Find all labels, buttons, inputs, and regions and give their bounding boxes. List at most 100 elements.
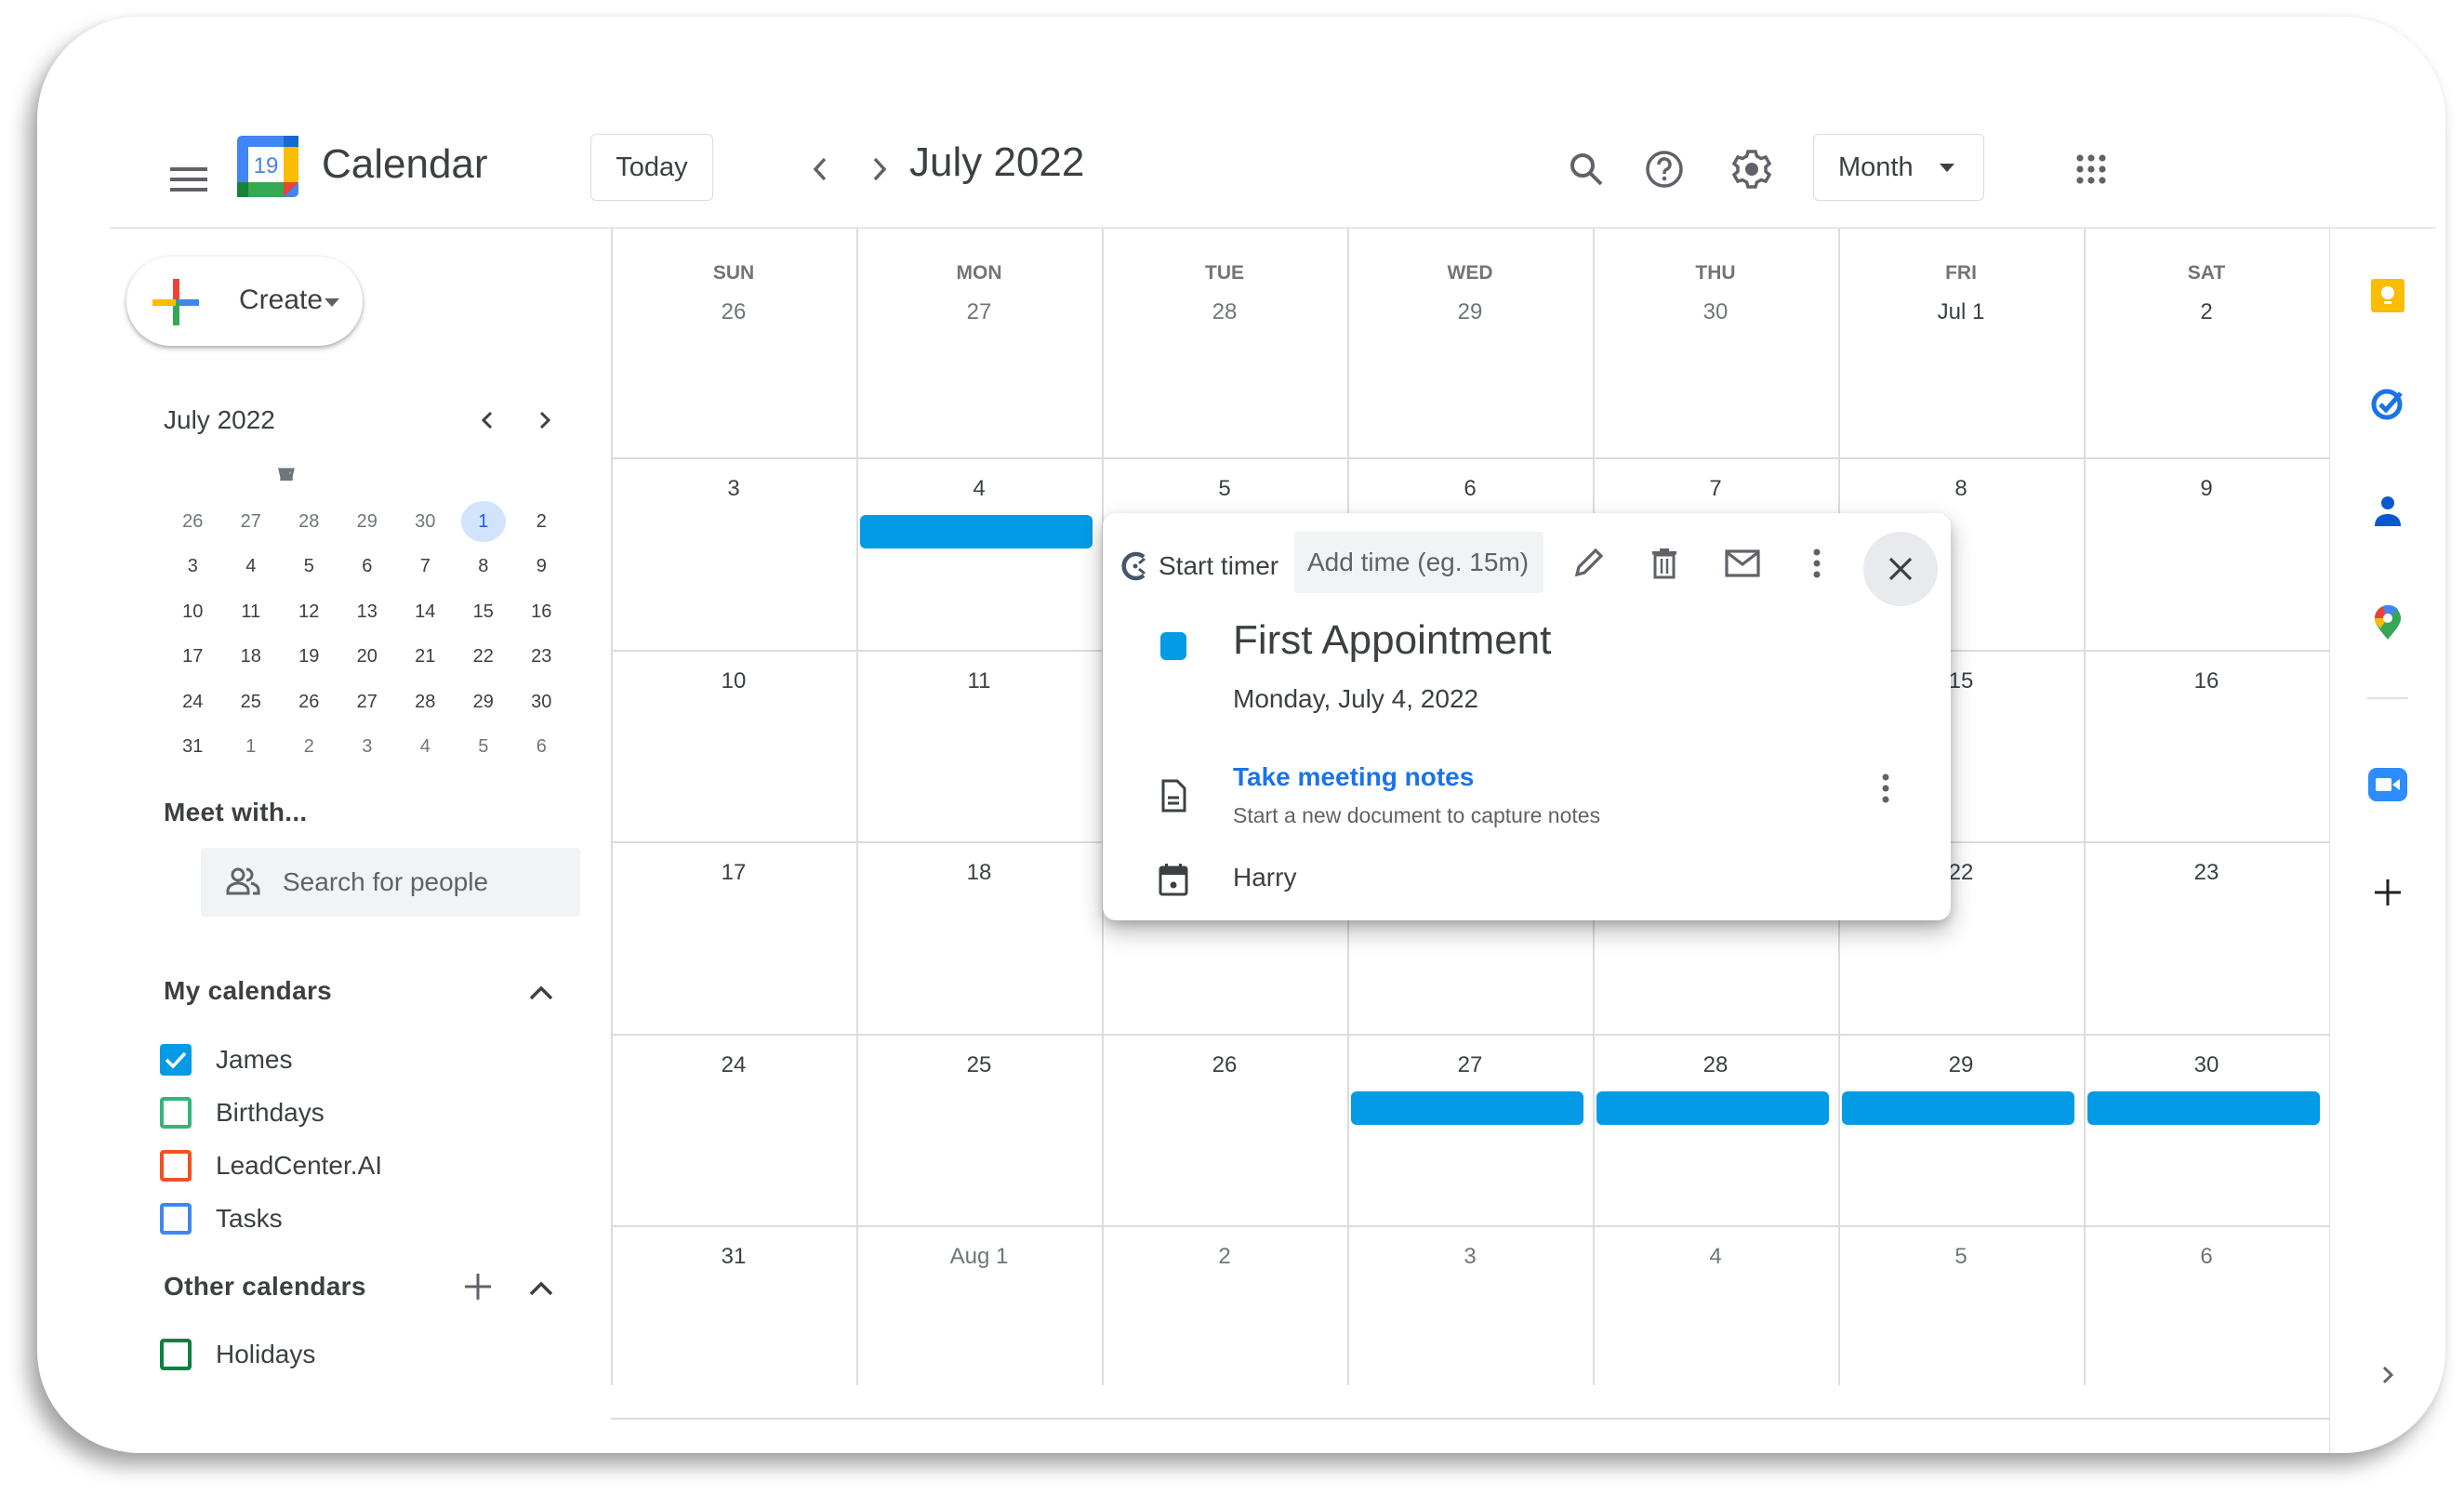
take-meeting-notes-link[interactable]: Take meeting notes (1233, 762, 1474, 792)
day-number[interactable]: 16 (2084, 668, 2329, 694)
keep-button[interactable] (2365, 273, 2410, 318)
mini-calendar-day[interactable]: 5 (280, 546, 338, 587)
calendar-checkbox[interactable] (160, 1044, 192, 1076)
mini-calendar-day[interactable]: 8 (455, 546, 513, 587)
calendar-item[interactable]: Tasks (160, 1196, 283, 1242)
calendar-item[interactable]: Holidays (160, 1331, 315, 1378)
people-search-field[interactable] (201, 848, 580, 917)
next-month-button[interactable] (857, 147, 902, 192)
tasks-button[interactable] (2365, 381, 2410, 426)
mini-calendar-day[interactable]: 26 (164, 501, 222, 542)
mini-calendar-day[interactable]: 28 (396, 681, 455, 722)
day-number[interactable]: 31 (611, 1244, 856, 1270)
calendar-checkbox[interactable] (160, 1150, 192, 1182)
mini-calendar-day[interactable]: 22 (455, 636, 513, 677)
day-number[interactable]: 2 (1102, 1244, 1347, 1270)
previous-month-button[interactable] (798, 147, 842, 192)
start-timer-button[interactable]: Start timer (1119, 550, 1278, 582)
mini-calendar-day[interactable]: 9 (512, 546, 571, 587)
day-number[interactable]: 4 (1593, 1244, 1838, 1270)
event-chip[interactable] (2087, 1090, 2320, 1125)
day-number[interactable]: 24 (611, 1052, 856, 1078)
calendar-item[interactable]: James (160, 1037, 292, 1083)
mini-calendar-day[interactable]: 5 (455, 726, 513, 767)
day-number[interactable]: Aug 1 (856, 1244, 1102, 1270)
other-calendars-collapse-button[interactable] (521, 1268, 562, 1309)
mini-calendar-day[interactable]: 16 (512, 591, 571, 632)
day-number[interactable]: 26 (611, 299, 856, 325)
add-time-field[interactable] (1294, 532, 1543, 593)
mini-calendar-day[interactable]: 28 (280, 501, 338, 542)
day-number[interactable]: 3 (611, 476, 856, 502)
add-time-input[interactable] (1294, 548, 1543, 577)
day-number[interactable]: 8 (1838, 476, 2084, 502)
main-menu-button[interactable] (156, 147, 221, 212)
maps-button[interactable] (2365, 601, 2410, 645)
day-number[interactable]: 27 (1347, 1052, 1593, 1078)
calendar-item[interactable]: LeadCenter.AI (160, 1143, 382, 1189)
event-chip[interactable] (860, 515, 1093, 548)
mini-calendar-day[interactable]: 29 (338, 501, 397, 542)
edit-event-button[interactable] (1562, 537, 1614, 589)
delete-event-button[interactable] (1638, 537, 1690, 589)
day-number[interactable]: 9 (2084, 476, 2329, 502)
mini-calendar-day[interactable]: 18 (222, 636, 281, 677)
day-number[interactable]: 30 (2084, 1052, 2329, 1078)
day-number[interactable]: 29 (1838, 1052, 2084, 1078)
day-number[interactable]: 6 (2084, 1244, 2329, 1270)
day-number[interactable]: 2 (2084, 299, 2329, 325)
mini-calendar-day[interactable]: 1 (460, 500, 506, 542)
mini-calendar-day[interactable]: 25 (222, 681, 281, 722)
day-number[interactable]: 26 (1102, 1052, 1347, 1078)
mini-calendar-day[interactable]: 3 (164, 546, 222, 587)
close-popup-button[interactable] (1863, 532, 1938, 606)
mini-calendar-day[interactable]: 20 (338, 636, 397, 677)
search-button[interactable] (1560, 143, 1612, 195)
email-guests-button[interactable] (1716, 537, 1769, 589)
mini-calendar-day[interactable]: 2 (512, 501, 571, 542)
day-number[interactable]: 27 (856, 299, 1102, 325)
day-number[interactable]: 10 (611, 668, 856, 694)
day-number[interactable]: 11 (856, 668, 1102, 694)
event-chip[interactable] (1842, 1090, 2074, 1125)
people-search-input[interactable] (283, 867, 562, 897)
get-addons-button[interactable] (2365, 870, 2410, 915)
mini-calendar-day[interactable]: 14 (396, 591, 455, 632)
mini-calendar-day[interactable]: 6 (512, 726, 571, 767)
day-number[interactable]: 4 (856, 476, 1102, 502)
mini-calendar-day[interactable]: 1 (222, 726, 281, 767)
day-number[interactable]: 28 (1102, 299, 1347, 325)
mini-calendar-day[interactable]: 27 (338, 681, 397, 722)
mini-calendar-day[interactable]: 27 (222, 501, 281, 542)
add-other-calendar-button[interactable] (457, 1266, 498, 1307)
day-number[interactable]: 29 (1347, 299, 1593, 325)
view-select[interactable]: Month (1813, 134, 1984, 201)
mini-calendar-day[interactable]: 2 (280, 726, 338, 767)
mini-calendar-day[interactable]: 23 (512, 636, 571, 677)
day-number[interactable]: 30 (1593, 299, 1838, 325)
show-side-panel-button[interactable] (2369, 1352, 2406, 1398)
notes-more-options-button[interactable] (1863, 762, 1908, 814)
mini-calendar-day[interactable]: 12 (280, 591, 338, 632)
mini-calendar-day[interactable]: 31 (164, 726, 222, 767)
mini-calendar-day[interactable]: 13 (338, 591, 397, 632)
calendar-item[interactable]: Birthdays (160, 1090, 325, 1136)
my-calendars-collapse-button[interactable] (521, 972, 562, 1013)
day-number[interactable]: 17 (611, 860, 856, 886)
create-button[interactable]: Create (126, 257, 363, 346)
settings-button[interactable] (1726, 143, 1778, 195)
contacts-button[interactable] (2365, 489, 2410, 534)
zoom-button[interactable] (2365, 762, 2410, 807)
mini-calendar-day[interactable]: 30 (396, 501, 455, 542)
day-number[interactable]: 6 (1347, 476, 1593, 502)
mini-calendar-day[interactable]: 3 (338, 726, 397, 767)
mini-calendar-day[interactable]: 29 (455, 681, 513, 722)
mini-calendar-next-button[interactable] (524, 400, 565, 441)
mini-calendar-day[interactable]: 6 (338, 546, 397, 587)
calendar-checkbox[interactable] (160, 1097, 192, 1129)
calendar-checkbox[interactable] (160, 1339, 192, 1370)
mini-calendar-day[interactable]: 19 (280, 636, 338, 677)
mini-calendar-day[interactable]: 11 (222, 591, 281, 632)
today-button[interactable]: Today (590, 134, 713, 201)
day-number[interactable]: 25 (856, 1052, 1102, 1078)
